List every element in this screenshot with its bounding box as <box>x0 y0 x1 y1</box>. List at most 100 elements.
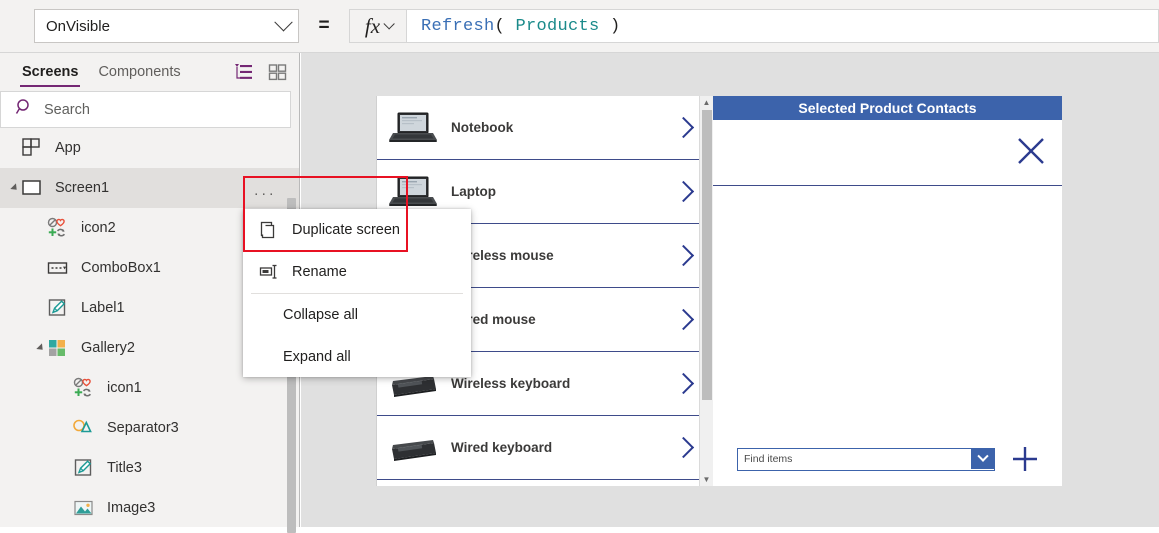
menu-item-label: Expand all <box>283 349 351 365</box>
image-icon <box>72 496 98 520</box>
tree-view-icon[interactable] <box>234 63 253 81</box>
tree-item-label: Separator3 <box>107 420 179 436</box>
label-icon <box>46 296 72 320</box>
chevron-right-icon[interactable] <box>672 244 695 267</box>
tree-item-image3[interactable]: Image3 <box>0 488 299 528</box>
screen-overflow-button[interactable]: ··· <box>245 178 285 208</box>
gallery-item-label: Wired keyboard <box>451 440 553 455</box>
chevron-down-icon <box>274 12 293 31</box>
tree-item-separator3[interactable]: Separator3 <box>0 408 299 448</box>
fx-icon: fx <box>364 13 381 38</box>
label-icon <box>72 456 98 480</box>
menu-item-duplicate-screen[interactable]: Duplicate screen <box>243 209 471 251</box>
property-dropdown[interactable]: OnVisible <box>34 9 299 43</box>
laptop-photo <box>387 171 439 213</box>
rename-icon <box>259 262 279 282</box>
chevron-right-icon[interactable] <box>672 436 695 459</box>
tree-tab-bar: Screens Components <box>0 53 299 91</box>
menu-item-collapse-all[interactable]: Collapse all <box>243 294 471 336</box>
equals-label: = <box>318 15 330 36</box>
screen-context-menu: Duplicate screen Rename Collapse all Expand… <box>243 209 471 377</box>
fx-button[interactable]: fx <box>349 9 406 43</box>
tree-item-label: ComboBox1 <box>81 260 161 276</box>
contacts-form-panel: Selected Product Contacts Find items <box>713 96 1062 486</box>
gallery-item[interactable]: Notebook <box>377 96 713 160</box>
tree-item-label: App <box>55 140 81 156</box>
tree-item-label: icon2 <box>81 220 116 236</box>
tree-item-label: Label1 <box>81 300 125 316</box>
laptop-photo <box>387 107 439 149</box>
tree-item-app[interactable]: App <box>0 128 299 168</box>
menu-item-rename[interactable]: Rename <box>243 251 471 293</box>
find-items-placeholder: Find items <box>744 453 793 465</box>
gallery-item-label: Notebook <box>451 120 514 135</box>
find-items-combobox[interactable]: Find items <box>737 447 995 471</box>
icon-control-icon <box>46 216 72 240</box>
chevron-right-icon[interactable] <box>672 180 695 203</box>
formula-token: ( <box>494 16 516 36</box>
tree-item-label: Gallery2 <box>81 340 135 356</box>
scroll-up-icon[interactable]: ▲ <box>700 96 713 109</box>
view-mode-buttons <box>234 63 287 81</box>
gallery-scrollbar[interactable]: ▲ ▼ <box>699 96 713 486</box>
tree-item-label: Title3 <box>107 460 142 476</box>
formula-token: ) <box>599 16 621 36</box>
expand-collapse-icon[interactable] <box>6 168 20 208</box>
form-body <box>713 186 1062 433</box>
form-footer: Find items <box>713 433 1062 485</box>
chevron-right-icon[interactable] <box>672 116 695 139</box>
duplicate-icon <box>259 220 279 240</box>
scroll-down-icon[interactable]: ▼ <box>700 473 713 486</box>
menu-item-label: Rename <box>292 264 347 280</box>
tab-screens-label: Screens <box>22 64 79 80</box>
menu-item-expand-all[interactable]: Expand all <box>243 336 471 378</box>
gallery-item-label: Wireless mouse <box>451 248 554 263</box>
tree-item-label: Image3 <box>107 500 156 516</box>
plus-icon[interactable] <box>1009 443 1041 475</box>
expand-collapse-icon[interactable] <box>32 328 46 368</box>
app-icon <box>20 136 46 160</box>
search-icon <box>15 98 33 121</box>
chevron-down-icon <box>976 450 989 462</box>
app-screen-surface: Notebook Laptop Wireless mouse Wired mouse W… <box>376 96 1062 486</box>
tree-item-label: icon1 <box>107 380 142 396</box>
menu-item-label: Duplicate screen <box>292 222 400 238</box>
icon-control-icon <box>72 376 98 400</box>
screen-icon <box>20 176 46 200</box>
gallery-icon <box>46 336 72 360</box>
form-close-row <box>713 120 1062 186</box>
gallery-item-label: Laptop <box>451 184 496 199</box>
gallery-item-label: Wired mouse <box>451 312 536 327</box>
tab-screens[interactable]: Screens <box>12 53 88 91</box>
close-x-icon[interactable] <box>1016 136 1046 166</box>
context-menu-items: Duplicate screen Rename Collapse all Expand… <box>243 209 471 378</box>
property-dropdown-value: OnVisible <box>46 17 110 35</box>
chevron-down-icon <box>383 18 395 30</box>
combobox-dropdown-button[interactable] <box>971 448 994 469</box>
tab-components[interactable]: Components <box>88 53 190 91</box>
gallery-scrollbar-thumb[interactable] <box>702 110 712 400</box>
formula-text: Refresh( Products ) <box>421 17 621 36</box>
formula-bar: OnVisible = fx Refresh( Products ) <box>0 0 1159 53</box>
tree-item-title3[interactable]: Title3 <box>0 448 299 488</box>
thumbnail-view-icon[interactable] <box>268 63 287 81</box>
combobox-icon <box>46 256 72 280</box>
keyboard-photo <box>387 427 439 469</box>
formula-input[interactable]: Refresh( Products ) <box>406 9 1159 43</box>
chevron-right-icon[interactable] <box>672 308 695 331</box>
gallery-item-label: Wireless keyboard <box>451 376 571 391</box>
gallery-item[interactable]: Wired keyboard <box>377 416 713 480</box>
ellipsis-icon: ··· <box>253 184 277 202</box>
tree-item-label: Screen1 <box>55 180 110 196</box>
chevron-right-icon[interactable] <box>672 372 695 395</box>
tab-components-label: Components <box>98 64 181 80</box>
form-title: Selected Product Contacts <box>798 100 977 116</box>
search-input[interactable]: Search <box>0 91 291 128</box>
form-title-bar: Selected Product Contacts <box>713 96 1062 120</box>
